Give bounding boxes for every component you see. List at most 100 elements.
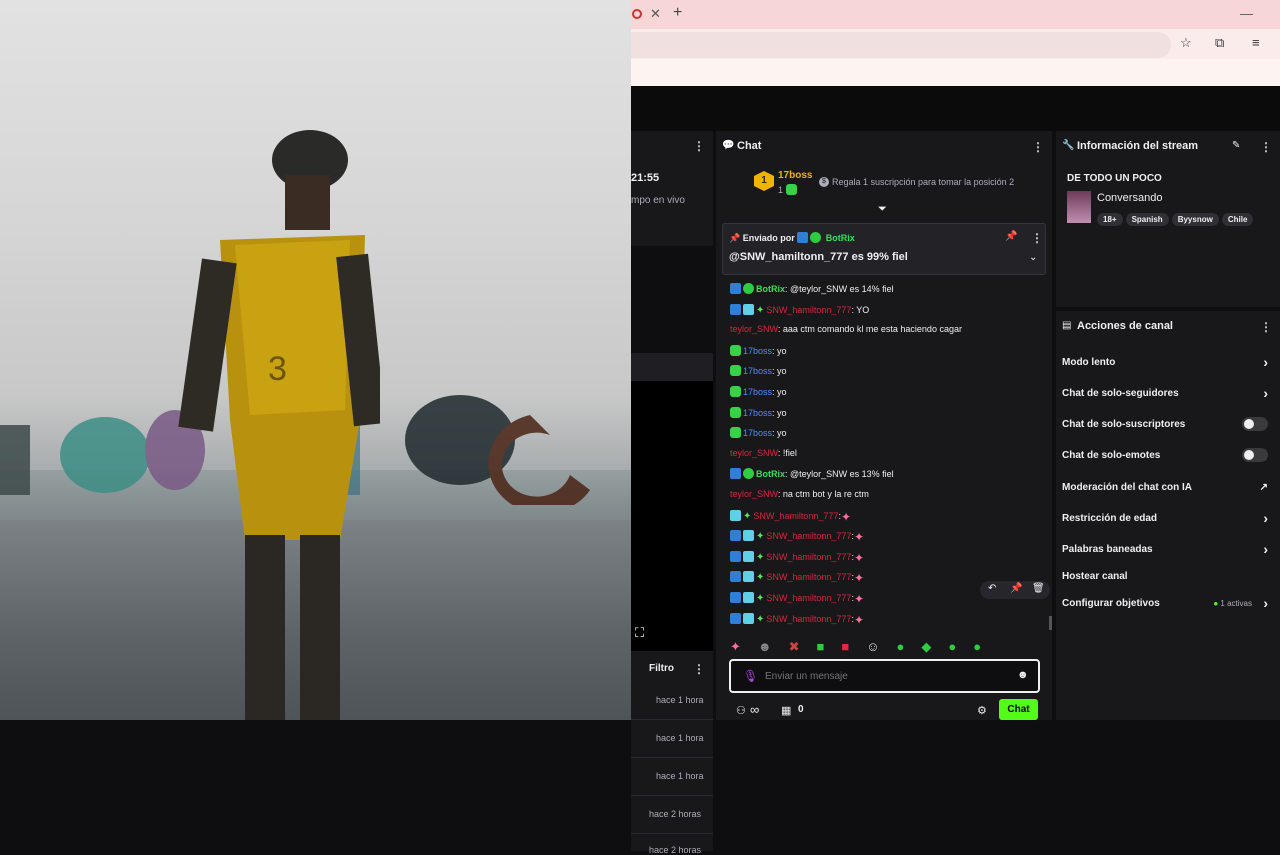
emote-icon[interactable]: ■ [817,639,842,654]
store-icon[interactable]: ▦ [781,704,791,717]
unpin-icon[interactable]: 📌 [1005,231,1017,242]
chat-username[interactable]: SNW_hamiltonn_777 [753,511,838,521]
filter-label[interactable]: Filtro [649,663,674,674]
emoji-icon[interactable]: ☻ [1017,669,1029,681]
action-banned-words[interactable]: Palabras baneadas › [1062,541,1274,557]
chat-message[interactable]: ✦ SNW_hamiltonn_777: YO [730,303,869,316]
stream-info-options-icon[interactable]: ⋮ [1260,140,1272,154]
more-options-icon[interactable]: ⋮ [693,139,705,153]
tag-chip[interactable]: Spanish [1125,213,1169,226]
category-thumbnail[interactable] [1067,191,1091,223]
leaderboard-user[interactable]: 17boss [778,170,812,181]
chat-message[interactable]: 17boss: yo [730,406,787,418]
chat-message[interactable]: ✦ SNW_hamiltonn_777: ✦ [730,592,864,606]
chat-message[interactable]: ✦ SNW_hamiltonn_777: ✦ [730,530,864,544]
chat-username[interactable]: teylor_SNW [730,489,778,499]
moderator-badge-icon [730,592,741,603]
settings-gear-icon[interactable]: ⚙ [977,704,987,717]
tag-chip[interactable]: Chile [1221,213,1254,226]
chat-message[interactable]: 17boss: yo [730,344,787,356]
emote-icon[interactable]: ● [948,639,973,654]
fullscreen-icon[interactable]: ⛶ [635,625,644,641]
url-field[interactable] [631,32,1171,58]
chat-username[interactable]: SNW_hamiltonn_777 [766,305,851,315]
chat-username[interactable]: BotRix [756,284,785,294]
video-player[interactable]: 3 [0,0,631,720]
star-icon[interactable]: ☆ [1180,35,1192,51]
emote-icon[interactable]: ☻ [758,639,789,654]
community-icon[interactable]: ⚇ [736,704,746,717]
scrollbar-thumb[interactable] [1049,616,1052,630]
chat-input-box[interactable]: 🎙 ☻ [729,659,1040,693]
emote-icon[interactable]: ✖ [789,639,817,654]
action-emotes-only[interactable]: Chat de solo-emotes [1062,448,1274,462]
chat-username[interactable]: 17boss [743,387,772,397]
chat-message[interactable]: ✦ SNW_hamiltonn_777: ✦ [730,571,864,585]
tag-chip[interactable]: Byysnow [1171,213,1219,226]
media-icon[interactable]: ≡ [1252,35,1260,50]
pin-message-icon[interactable]: 📌 [1010,583,1022,594]
chat-message[interactable]: teylor_SNW: !fiel [730,448,797,458]
action-age-restriction[interactable]: Restricción de edad › [1062,510,1274,526]
emote-icon[interactable]: ■ [841,639,866,654]
tag-chip[interactable]: 18+ [1097,213,1123,226]
chat-username[interactable]: teylor_SNW [730,324,778,334]
chat-message[interactable]: teylor_SNW: aaa ctm comando kl me esta h… [730,324,962,334]
action-subscribers-only[interactable]: Chat de solo-suscriptores [1062,417,1274,431]
action-goals[interactable]: Configurar objetivos ● 1 activas › [1062,595,1274,611]
chat-message[interactable]: BotRix: @teylor_SNW es 14% fiel [730,283,894,294]
action-ai-moderation[interactable]: Moderación del chat con IA ↗ [1062,482,1274,493]
chat-username[interactable]: SNW_hamiltonn_777 [766,614,851,624]
chat-options-icon[interactable]: ⋮ [1032,140,1044,154]
chat-username[interactable]: SNW_hamiltonn_777 [766,572,851,582]
chat-message[interactable]: 17boss: yo [730,365,787,377]
chat-message[interactable]: ✦ SNW_hamiltonn_777: ✦ [730,612,864,627]
action-followers-only[interactable]: Chat de solo-seguidores › [1062,385,1274,401]
action-host-channel[interactable]: Hostear canal [1062,571,1274,582]
emotes-only-toggle[interactable] [1242,448,1268,462]
pinned-sender[interactable]: BotRix [826,233,855,243]
emote-icon[interactable]: ✦ [730,639,758,654]
chat-username[interactable]: 17boss [743,408,772,418]
action-slow-mode[interactable]: Modo lento › [1062,354,1274,370]
expand-pinned-icon[interactable]: ⌄ [1029,252,1037,263]
chat-username[interactable]: BotRix [756,469,785,479]
emote-icon[interactable]: ● [973,639,998,654]
subscribers-only-toggle[interactable] [1242,417,1268,431]
edit-pencil-icon[interactable]: ✎ [1232,140,1240,151]
emote-bar[interactable]: ✦☻✖■■☺●◆●● [730,639,998,655]
chat-username[interactable]: 17boss [743,428,772,438]
new-tab-icon[interactable]: + [673,4,682,22]
chat-message[interactable]: 17boss: yo [730,386,787,397]
microphone-icon[interactable]: 🎙 [743,669,758,683]
chat-message[interactable]: teylor_SNW: na ctm bot y la re ctm [730,489,869,499]
emote-icon[interactable]: ☺ [866,639,896,654]
chat-message[interactable]: ✦ SNW_hamiltonn_777: ✦ [730,550,864,565]
minimize-icon[interactable]: — [1240,6,1253,21]
chat-username[interactable]: 17boss [743,366,772,376]
chat-username[interactable]: SNW_hamiltonn_777 [766,552,851,562]
send-chat-button[interactable]: Chat [999,699,1038,720]
stream-category[interactable]: Conversando [1097,192,1162,204]
collapse-leaderboard-icon[interactable]: ⏷ [878,203,887,216]
chat-input[interactable] [765,667,1005,685]
chat-username[interactable]: SNW_hamiltonn_777 [766,593,851,603]
actions-options-icon[interactable]: ⋮ [1260,320,1272,334]
chat-message[interactable]: BotRix: @teylor_SNW es 13% fiel [730,468,894,480]
chat-username[interactable]: SNW_hamiltonn_777 [766,531,851,541]
reply-icon[interactable]: ↶ [988,583,996,594]
chat-message[interactable]: 17boss: yo [730,427,787,439]
gift-prompt[interactable]: Regala 1 suscripción para tomar la posic… [832,177,1014,187]
chat-username[interactable]: teylor_SNW [730,448,778,458]
chat-username[interactable]: 17boss [743,346,772,356]
subscriber-badge-icon [743,612,754,624]
filter-options-icon[interactable]: ⋮ [693,662,705,676]
chat-message[interactable]: ✦ SNW_hamiltonn_777: ✦ [730,509,851,524]
extensions-icon[interactable]: ⧉ [1215,35,1224,51]
emote-icon[interactable]: ● [897,639,922,654]
close-tab-icon[interactable]: ✕ [650,6,661,22]
emote-icon[interactable]: ◆ [921,639,948,654]
subscriber-badge-icon [730,509,741,521]
pinned-options-icon[interactable]: ⋮ [1031,231,1043,245]
delete-icon[interactable]: 🗑 [1032,583,1045,594]
